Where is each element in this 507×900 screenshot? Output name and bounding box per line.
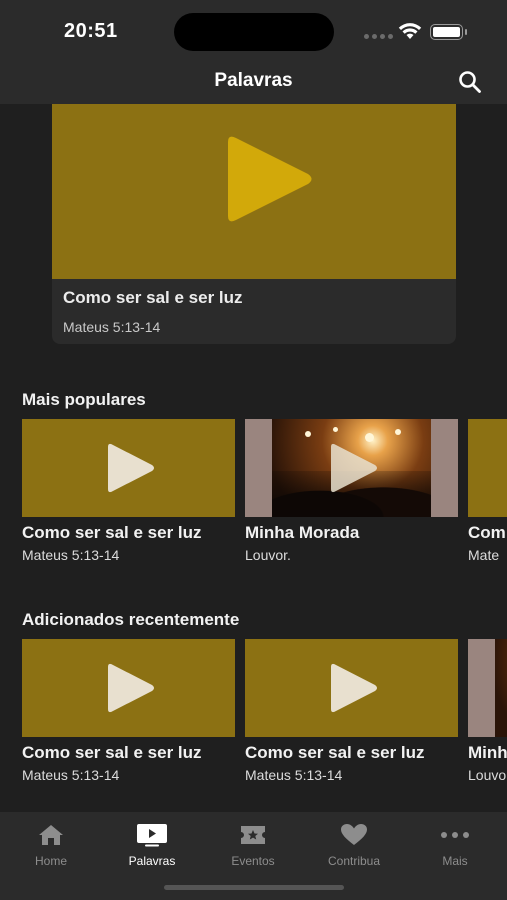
- home-indicator: [164, 885, 344, 890]
- play-icon: [107, 443, 154, 493]
- tab-contribua[interactable]: Contribua: [304, 822, 404, 868]
- list-item[interactable]: Como ser sal e ser luz Mateus 5:13-14: [22, 639, 235, 783]
- tab-home[interactable]: Home: [1, 822, 101, 868]
- card-title: Com: [468, 523, 506, 542]
- list-item[interactable]: Minh Louvo: [468, 639, 507, 783]
- list-item[interactable]: Como ser sal e ser luz Mateus 5:13-14: [22, 419, 235, 563]
- list-item[interactable]: Minha Morada Louvor.: [245, 419, 458, 563]
- video-thumbnail[interactable]: [245, 419, 458, 517]
- list-item[interactable]: Como ser sal e ser luz Mateus 5:13-14: [245, 639, 458, 783]
- status-time: 20:51: [64, 20, 118, 42]
- navigation-bar: Palavras: [0, 62, 507, 104]
- tab-palavras[interactable]: Palavras: [102, 822, 202, 868]
- card-title: Como ser sal e ser luz: [245, 743, 425, 762]
- play-icon: [107, 663, 154, 713]
- page-title: Palavras: [214, 70, 293, 91]
- list-item[interactable]: Com Mate: [468, 419, 507, 563]
- card-title: Como ser sal e ser luz: [22, 743, 202, 762]
- play-icon: [330, 443, 377, 493]
- tab-label: Eventos: [231, 854, 275, 868]
- tab-label: Palavras: [128, 854, 176, 868]
- cellular-signal-icon: [364, 34, 393, 39]
- play-icon: [228, 136, 312, 222]
- section-title-recent: Adicionados recentemente: [22, 610, 240, 629]
- video-icon: [137, 824, 167, 847]
- card-subtitle: Mateus 5:13-14: [245, 767, 343, 783]
- card-subtitle: Mateus 5:13-14: [22, 547, 120, 563]
- battery-icon: [430, 24, 467, 40]
- card-subtitle: Louvo: [468, 767, 507, 783]
- card-subtitle: Mate: [468, 547, 500, 563]
- more-icon: [441, 832, 469, 838]
- heart-icon: [341, 824, 367, 845]
- search-icon[interactable]: [457, 69, 483, 95]
- video-thumbnail[interactable]: [245, 639, 458, 737]
- video-thumbnail[interactable]: [22, 419, 235, 517]
- home-icon: [39, 825, 63, 845]
- featured-card[interactable]: Como ser sal e ser luz Mateus 5:13-14: [52, 104, 456, 344]
- card-subtitle: Mateus 5:13-14: [22, 767, 120, 783]
- featured-thumbnail[interactable]: [52, 104, 456, 279]
- dynamic-island: [174, 13, 334, 51]
- status-bar: 20:51: [0, 0, 507, 62]
- card-title: Minha Morada: [245, 523, 360, 542]
- video-thumbnail[interactable]: [22, 639, 235, 737]
- featured-subtitle: Mateus 5:13-14: [63, 319, 161, 335]
- wifi-icon: [398, 23, 422, 39]
- tab-label: Mais: [442, 854, 468, 868]
- card-subtitle: Louvor.: [245, 547, 291, 563]
- tab-mais[interactable]: Mais: [405, 822, 505, 868]
- featured-title: Como ser sal e ser luz: [63, 288, 243, 307]
- video-thumbnail[interactable]: [468, 639, 507, 737]
- card-title: Como ser sal e ser luz: [22, 523, 202, 542]
- video-thumbnail[interactable]: [468, 419, 507, 517]
- card-title: Minh: [468, 743, 507, 762]
- section-title-popular: Mais populares: [22, 390, 146, 409]
- tab-eventos[interactable]: Eventos: [203, 822, 303, 868]
- ticket-icon: [241, 826, 265, 844]
- tab-label: Home: [34, 854, 67, 868]
- play-icon: [330, 663, 377, 713]
- tab-label: Contribua: [327, 854, 381, 868]
